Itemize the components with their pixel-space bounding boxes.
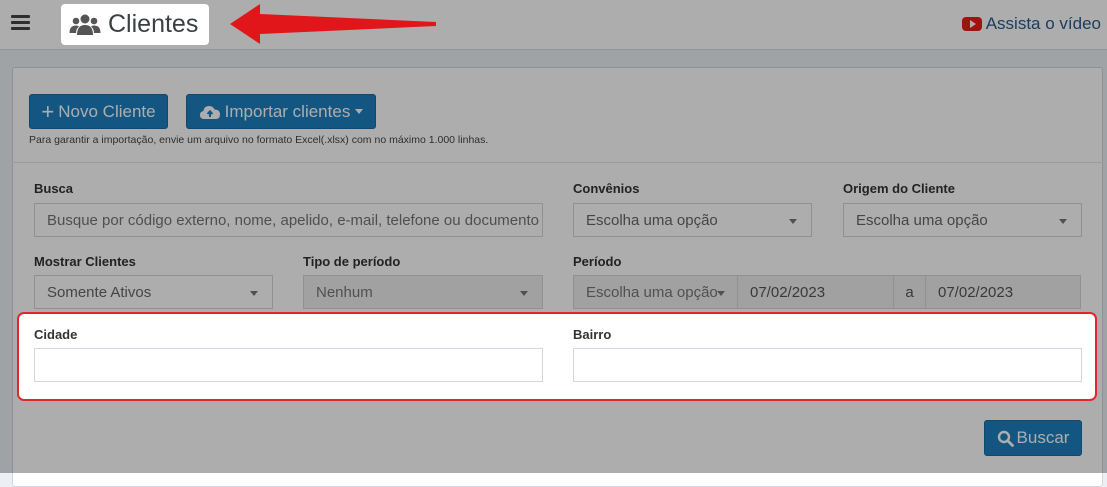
red-arrow-annotation xyxy=(230,4,436,44)
highlight-box: Cidade Bairro xyxy=(17,312,1097,401)
page-title: Clientes xyxy=(61,4,209,45)
cidade-input[interactable] xyxy=(34,348,543,382)
users-icon xyxy=(69,14,101,35)
page-title-text: Clientes xyxy=(108,10,199,38)
bairro-label: Bairro xyxy=(573,327,612,342)
dim-overlay xyxy=(0,0,1107,473)
bairro-input[interactable] xyxy=(573,348,1082,382)
cidade-label: Cidade xyxy=(34,327,78,342)
